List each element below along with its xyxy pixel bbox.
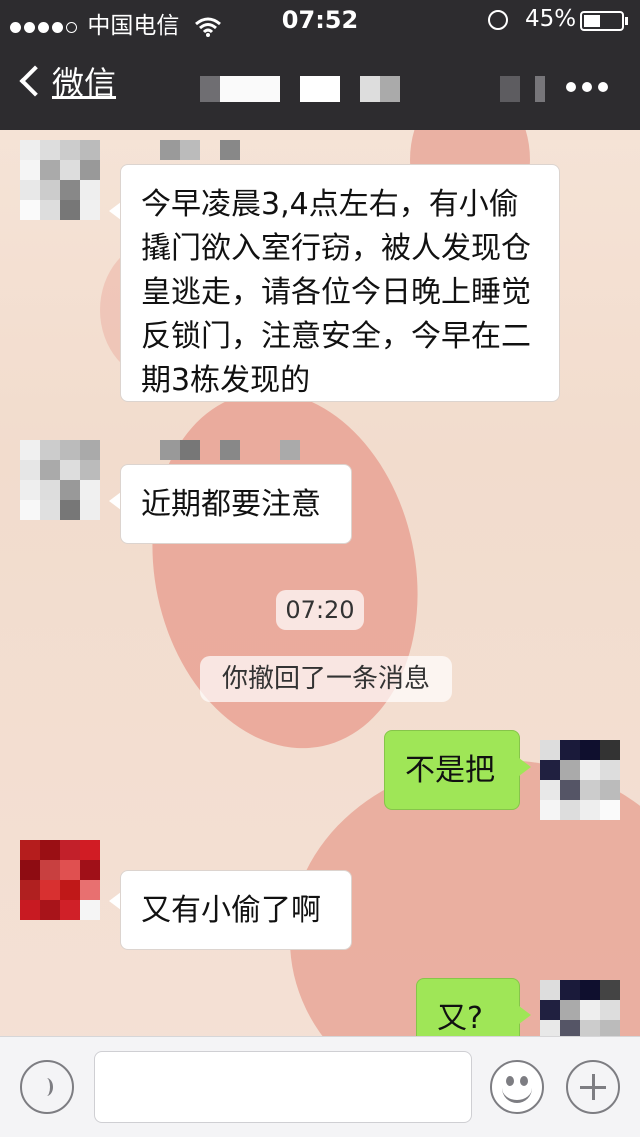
battery-icon bbox=[580, 11, 624, 31]
emoji-icon[interactable] bbox=[490, 1060, 544, 1114]
battery-percent: 45% bbox=[525, 6, 577, 32]
more-icon[interactable] bbox=[566, 82, 608, 92]
avatar[interactable] bbox=[20, 140, 100, 220]
avatar[interactable] bbox=[20, 440, 100, 520]
message-text: 又? bbox=[437, 1001, 483, 1036]
message-bubble[interactable]: 今早凌晨3,4点左右，有小偷撬门欲入室行窃，被人发现仓皇逃走，请各位今日晚上睡觉… bbox=[120, 164, 560, 402]
status-bar: 中国电信 07:52 45% bbox=[0, 0, 640, 40]
avatar[interactable] bbox=[540, 740, 620, 820]
message-bubble-outgoing[interactable]: 又? bbox=[416, 978, 520, 1036]
voice-icon[interactable] bbox=[20, 1060, 74, 1114]
message-text: 近期都要注意 bbox=[141, 487, 321, 522]
nav-bar: 微信 bbox=[0, 40, 640, 130]
message-bubble[interactable]: 又有小偷了啊 bbox=[120, 870, 352, 950]
message-text: 又有小偷了啊 bbox=[141, 893, 321, 928]
chat-area[interactable]: 今早凌晨3,4点左右，有小偷撬门欲入室行窃，被人发现仓皇逃走，请各位今日晚上睡觉… bbox=[0, 130, 640, 1036]
orientation-lock-icon bbox=[488, 10, 508, 30]
sender-name-pixelated bbox=[160, 140, 280, 160]
message-text: 不是把 bbox=[405, 753, 495, 788]
avatar[interactable] bbox=[540, 980, 620, 1036]
chat-title-pixelated bbox=[190, 76, 560, 102]
back-button[interactable]: 微信 bbox=[18, 58, 116, 104]
input-bar bbox=[0, 1036, 640, 1137]
message-input[interactable] bbox=[94, 1051, 472, 1123]
back-label: 微信 bbox=[52, 64, 117, 102]
plus-icon[interactable] bbox=[566, 1060, 620, 1114]
bubble-tail bbox=[519, 758, 531, 776]
bubble-tail bbox=[519, 1006, 531, 1024]
chevron-left-icon bbox=[19, 65, 51, 97]
message-bubble-outgoing[interactable]: 不是把 bbox=[384, 730, 520, 810]
message-text: 今早凌晨3,4点左右，有小偷撬门欲入室行窃，被人发现仓皇逃走，请各位今日晚上睡觉… bbox=[141, 187, 531, 398]
message-timestamp: 07:20 bbox=[276, 590, 364, 630]
battery-tip bbox=[625, 17, 628, 25]
message-bubble[interactable]: 近期都要注意 bbox=[120, 464, 352, 544]
avatar[interactable] bbox=[20, 840, 100, 920]
recalled-message-notice: 你撤回了一条消息 bbox=[200, 656, 452, 702]
sender-name-pixelated bbox=[160, 440, 320, 460]
